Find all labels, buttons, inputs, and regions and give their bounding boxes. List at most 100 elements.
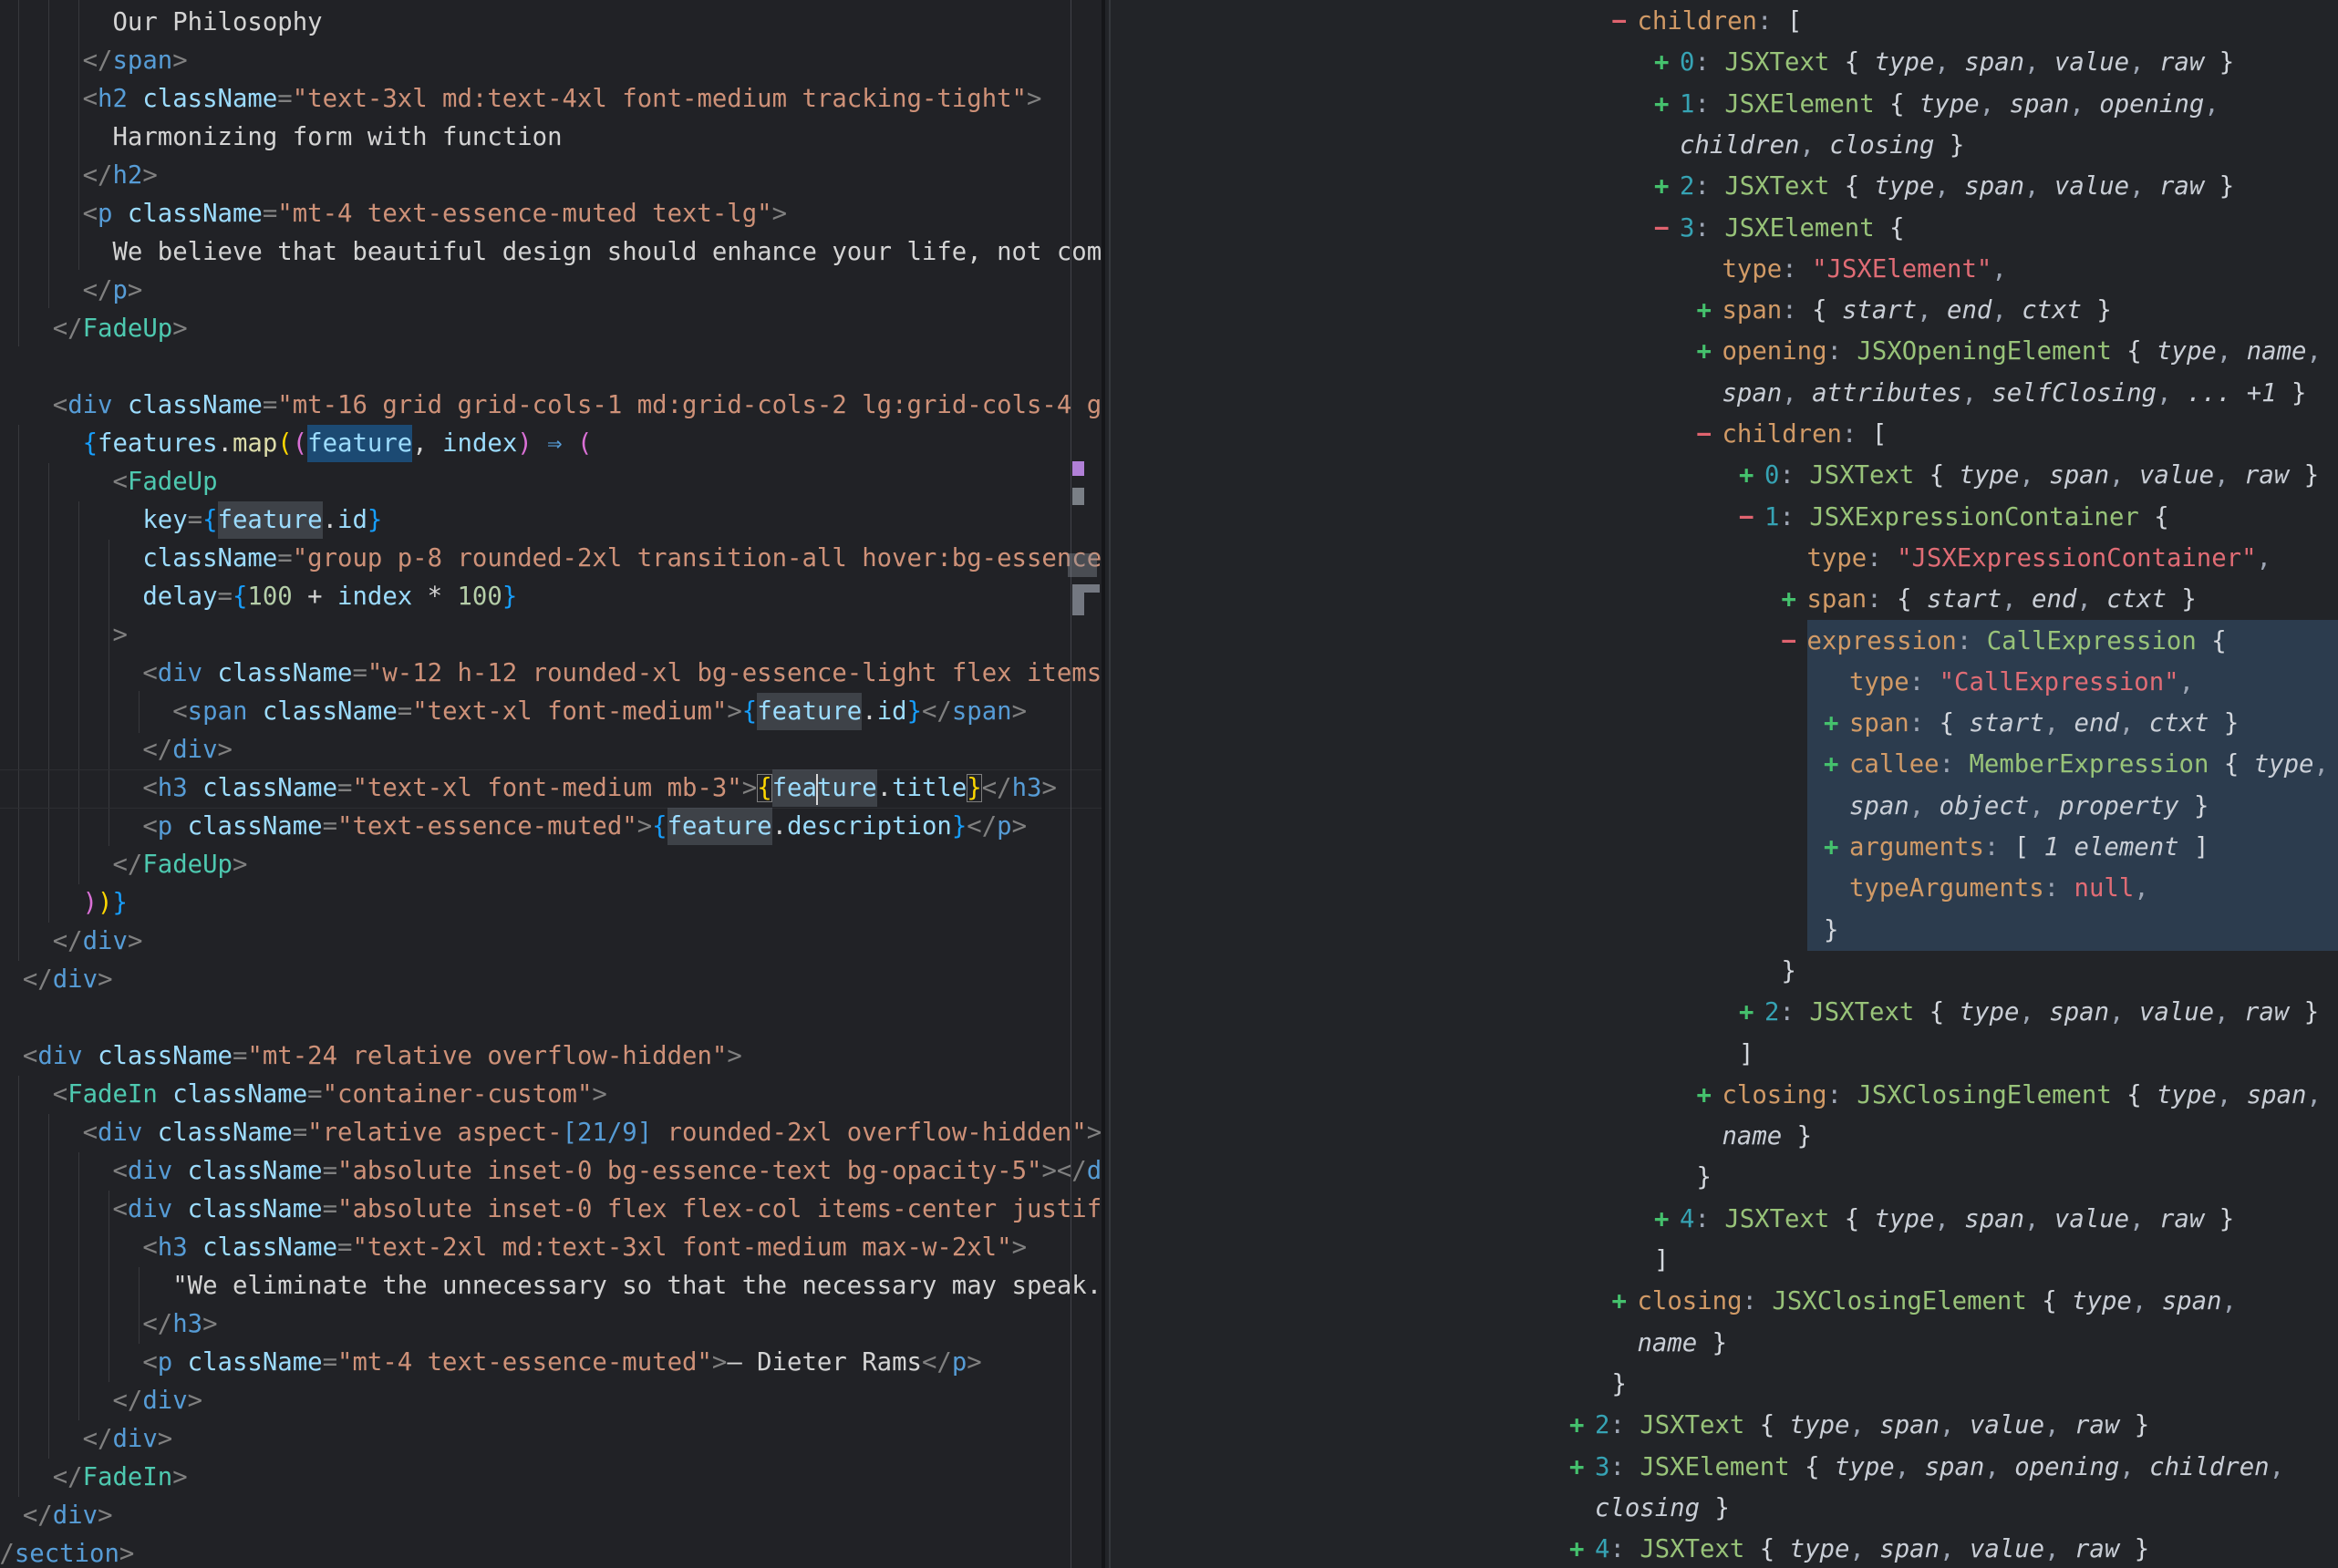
ast-line[interactable]: +arguments: [ 1 element ] — [1824, 827, 2209, 869]
expand-toggle[interactable]: + — [1569, 1447, 1595, 1488]
code-line[interactable]: </h2> — [0, 157, 1102, 195]
code-line[interactable]: <div className="mt-16 grid grid-cols-1 m… — [0, 387, 1102, 425]
code-line[interactable]: </section> — [0, 1535, 1102, 1568]
code-line[interactable]: <div className="relative aspect-[21/9] r… — [0, 1114, 1102, 1152]
code-line[interactable]: <p className="mt-4 text-essence-muted te… — [0, 195, 1102, 233]
code-line[interactable]: > — [0, 616, 1102, 655]
code-line[interactable]: <div className="mt-24 relative overflow-… — [0, 1037, 1102, 1076]
ast-line[interactable]: +2: JSXText { type, span, value, raw } — [1569, 1405, 2149, 1447]
expand-toggle[interactable]: + — [1739, 992, 1764, 1033]
code-line[interactable]: "We eliminate the unnecessary so that th… — [0, 1267, 1102, 1305]
code-line[interactable]: </div> — [0, 1497, 1102, 1535]
code-line[interactable]: ))} — [0, 884, 1102, 923]
expand-toggle[interactable]: + — [1654, 166, 1680, 207]
ast-line[interactable]: span, attributes, selfClosing, ... +1 } — [1722, 373, 2307, 415]
code-line[interactable]: </div> — [0, 1420, 1102, 1459]
ast-tree-pane[interactable]: −children: [+0: JSXText { type, span, va… — [1105, 0, 2338, 1568]
code-line[interactable]: <h3 className="text-xl font-medium mb-3"… — [0, 769, 1102, 808]
code-line[interactable]: <h3 className="text-2xl md:text-3xl font… — [0, 1229, 1102, 1267]
ast-line[interactable]: +callee: MemberExpression { type, — [1824, 744, 2329, 786]
code-line[interactable]: <div className="absolute inset-0 bg-esse… — [0, 1152, 1102, 1191]
ast-line[interactable]: +opening: JSXOpeningElement { type, name… — [1697, 331, 2322, 373]
ast-line[interactable]: +span: { start, end, ctxt } — [1824, 703, 2239, 745]
code-line[interactable]: key={feature.id} — [0, 501, 1102, 540]
expand-toggle[interactable]: + — [1654, 1199, 1680, 1240]
ast-line[interactable]: } — [1824, 910, 1838, 952]
expand-toggle[interactable]: + — [1697, 290, 1722, 331]
collapse-toggle[interactable]: − — [1782, 621, 1807, 662]
code-line[interactable]: <div className="w-12 h-12 rounded-xl bg-… — [0, 655, 1102, 693]
ast-line[interactable]: type: "JSXElement", — [1722, 249, 2007, 291]
code-line[interactable]: <FadeUp — [0, 463, 1102, 501]
code-line[interactable]: Harmonizing form with function — [0, 119, 1102, 157]
ast-line[interactable]: name } — [1722, 1116, 1813, 1158]
ast-line[interactable]: name } — [1638, 1323, 1728, 1365]
code-line[interactable]: </div> — [0, 923, 1102, 961]
ast-line[interactable]: closing } — [1595, 1488, 1730, 1530]
ast-line[interactable]: +0: JSXText { type, span, value, raw } — [1654, 42, 2234, 84]
ast-line[interactable]: children, closing } — [1680, 125, 1964, 167]
collapse-toggle[interactable]: − — [1654, 208, 1680, 249]
expand-toggle[interactable]: + — [1569, 1405, 1595, 1446]
expand-toggle[interactable]: + — [1824, 744, 1849, 785]
ast-line[interactable]: +2: JSXText { type, span, value, raw } — [1739, 992, 2319, 1034]
collapse-toggle[interactable]: − — [1612, 1, 1638, 42]
code-line[interactable] — [0, 348, 1102, 387]
code-line[interactable]: <FadeIn className="container-custom"> — [0, 1076, 1102, 1114]
code-line[interactable]: </FadeUp> — [0, 310, 1102, 348]
code-line[interactable]: <p className="mt-4 text-essence-muted">—… — [0, 1344, 1102, 1382]
code-line[interactable]: delay={100 + index * 100} — [0, 578, 1102, 616]
expand-toggle[interactable]: + — [1824, 827, 1849, 868]
expand-toggle[interactable]: + — [1739, 455, 1764, 496]
ast-line[interactable]: ] — [1739, 1034, 1754, 1076]
code-line[interactable]: </h3> — [0, 1305, 1102, 1344]
code-line[interactable] — [0, 999, 1102, 1037]
code-line[interactable]: </div> — [0, 1382, 1102, 1420]
code-line[interactable]: <span className="text-xl font-medium">{f… — [0, 693, 1102, 731]
ast-line[interactable]: +span: { start, end, ctxt } — [1782, 579, 2197, 621]
code-line[interactable]: <p className="text-essence-muted">{featu… — [0, 808, 1102, 846]
expand-toggle[interactable]: + — [1697, 331, 1722, 372]
ast-line[interactable]: } — [1697, 1157, 1712, 1199]
code-line[interactable]: We believe that beautiful design should … — [0, 233, 1102, 272]
expand-toggle[interactable]: + — [1654, 42, 1680, 83]
code-line[interactable]: <h2 className="text-3xl md:text-4xl font… — [0, 80, 1102, 119]
code-line[interactable]: </FadeIn> — [0, 1459, 1102, 1497]
ast-line[interactable]: −1: JSXExpressionContainer { — [1739, 497, 2169, 539]
ast-line[interactable]: } — [1612, 1364, 1627, 1406]
code-line[interactable]: <div className="absolute inset-0 flex fl… — [0, 1191, 1102, 1229]
code-line[interactable]: </span> — [0, 42, 1102, 80]
expand-toggle[interactable]: + — [1824, 703, 1849, 744]
ast-line[interactable]: +1: JSXElement { type, span, opening, — [1654, 84, 2219, 126]
ast-line[interactable]: typeArguments: null, — [1849, 868, 2149, 910]
collapse-toggle[interactable]: − — [1739, 497, 1764, 538]
code-line[interactable]: </FadeUp> — [0, 846, 1102, 884]
code-editor-pane[interactable]: Our Philosophy </span> <h2 className="te… — [0, 0, 1102, 1568]
ast-line[interactable]: type: "JSXExpressionContainer", — [1807, 538, 2271, 580]
expand-toggle[interactable]: + — [1654, 84, 1680, 125]
ast-line[interactable]: +4: JSXText { type, span, value, raw } — [1569, 1529, 2149, 1568]
ast-line[interactable]: ] — [1654, 1240, 1669, 1282]
code-line[interactable]: </div> — [0, 961, 1102, 999]
ast-line[interactable]: −children: [ — [1612, 1, 1803, 43]
ast-line[interactable]: +0: JSXText { type, span, value, raw } — [1739, 455, 2319, 497]
ast-line[interactable]: −3: JSXElement { — [1654, 208, 1905, 250]
ast-line[interactable]: +span: { start, end, ctxt } — [1697, 290, 2112, 332]
ast-line[interactable]: +3: JSXElement { type, span, opening, ch… — [1569, 1447, 2284, 1489]
ast-line[interactable]: −expression: CallExpression { — [1782, 621, 2227, 663]
expand-toggle[interactable]: + — [1697, 1075, 1722, 1116]
expand-toggle[interactable]: + — [1782, 579, 1807, 620]
expand-toggle[interactable]: + — [1612, 1281, 1638, 1322]
ast-line[interactable]: span, object, property } — [1849, 786, 2209, 828]
ast-line[interactable]: +4: JSXText { type, span, value, raw } — [1654, 1199, 2234, 1241]
code-line[interactable]: {features.map((feature, index) ⇒ ( — [0, 425, 1102, 463]
ast-line[interactable]: } — [1782, 951, 1796, 993]
collapse-toggle[interactable]: − — [1697, 414, 1722, 455]
code-line[interactable]: className="group p-8 rounded-2xl transit… — [0, 540, 1102, 578]
code-line[interactable]: </p> — [0, 272, 1102, 310]
code-line[interactable]: </div> — [0, 731, 1102, 769]
code-line[interactable]: Our Philosophy — [0, 4, 1102, 42]
ast-line[interactable]: type: "CallExpression", — [1849, 662, 2194, 704]
ast-line[interactable]: +closing: JSXClosingElement { type, span… — [1697, 1075, 2322, 1117]
ast-line[interactable]: +2: JSXText { type, span, value, raw } — [1654, 166, 2234, 208]
